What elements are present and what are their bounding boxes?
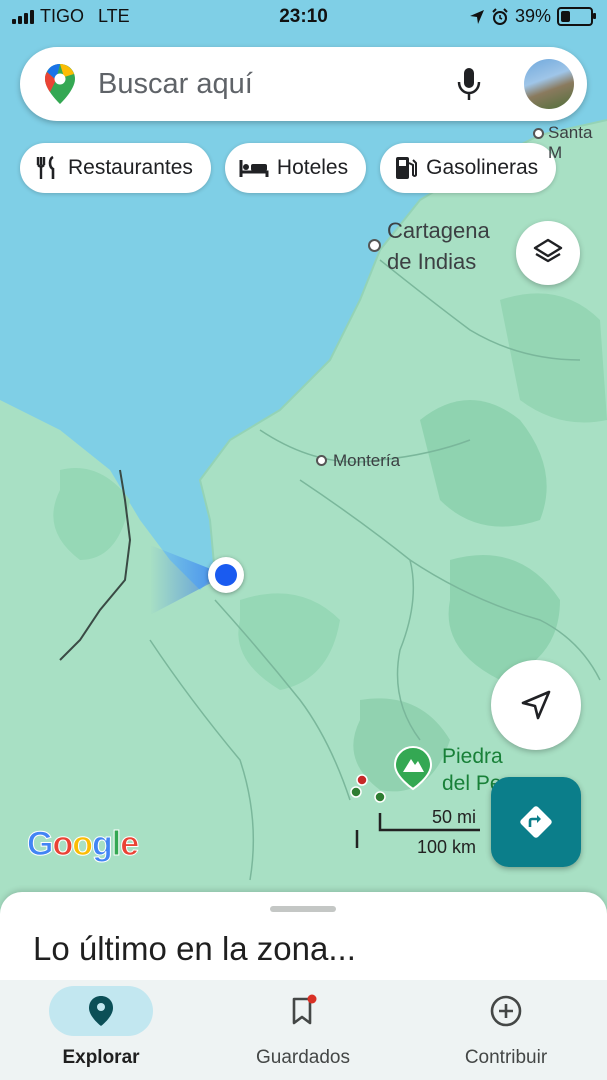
layers-button[interactable] bbox=[516, 221, 580, 285]
avatar[interactable] bbox=[524, 59, 574, 109]
directions-button[interactable] bbox=[491, 777, 581, 867]
fork-knife-icon bbox=[36, 155, 55, 179]
nav-explore-pill bbox=[49, 986, 153, 1036]
mountain-pin-icon[interactable] bbox=[393, 745, 433, 791]
search-bar[interactable]: Buscar aquí bbox=[20, 47, 587, 121]
directions-icon bbox=[520, 806, 552, 838]
battery-percent: 39% bbox=[514, 6, 551, 26]
gas-pump-icon bbox=[396, 157, 418, 179]
chip-restaurants[interactable]: Restaurantes bbox=[20, 143, 211, 193]
my-location-button[interactable] bbox=[491, 660, 581, 750]
alarm-icon bbox=[492, 7, 508, 25]
layers-icon bbox=[533, 238, 563, 263]
microphone-icon[interactable] bbox=[456, 66, 482, 102]
location-arrow-icon bbox=[469, 9, 484, 24]
status-right: 39% bbox=[469, 6, 596, 27]
city-label-santa-marta[interactable]: Santa M bbox=[548, 123, 607, 163]
nav-explore-label: Explorar bbox=[62, 1047, 140, 1068]
nav-contribute[interactable]: Contribuir bbox=[405, 980, 607, 1080]
nav-saved-pill bbox=[251, 986, 355, 1036]
poi-dot bbox=[350, 786, 362, 798]
poi-dot bbox=[374, 791, 386, 803]
bottom-sheet[interactable]: Lo último en la zona... bbox=[0, 892, 607, 982]
poi-dot bbox=[356, 774, 368, 786]
category-chips: Restaurantes Hoteles Gasolineras bbox=[20, 143, 557, 193]
nav-explore[interactable]: Explorar bbox=[0, 980, 202, 1080]
map-scale: 50 mi 100 km bbox=[355, 805, 480, 865]
scale-km: 100 km bbox=[416, 837, 476, 857]
google-maps-logo-icon bbox=[45, 64, 75, 104]
chip-label: Restaurantes bbox=[68, 156, 193, 179]
city-marker bbox=[316, 455, 327, 466]
city-label-cartagena[interactable]: Cartagena de Indias bbox=[387, 215, 517, 277]
bottom-navigation: Explorar Guardados Contribuir bbox=[0, 980, 607, 1080]
city-marker bbox=[368, 239, 381, 252]
chip-gas-stations[interactable]: Gasolineras bbox=[380, 143, 557, 193]
battery-icon bbox=[557, 7, 596, 26]
add-circle-icon bbox=[490, 995, 522, 1027]
city-label-monteria[interactable]: Montería bbox=[333, 451, 400, 471]
chip-label: Gasolineras bbox=[426, 156, 539, 179]
city-marker bbox=[533, 128, 544, 139]
bed-icon bbox=[239, 160, 269, 177]
sheet-title: Lo último en la zona... bbox=[33, 930, 356, 967]
nav-saved[interactable]: Guardados bbox=[202, 980, 404, 1080]
city-name: Cartagena de Indias bbox=[387, 218, 490, 274]
chip-hotels[interactable]: Hoteles bbox=[224, 143, 367, 193]
status-bar: TIGO LTE 23:10 39% bbox=[0, 0, 607, 34]
nav-contribute-label: Contribuir bbox=[464, 1047, 548, 1068]
scale-miles: 50 mi bbox=[431, 807, 476, 827]
nav-saved-label: Guardados bbox=[255, 1047, 350, 1068]
chip-label: Hoteles bbox=[276, 156, 349, 179]
drag-handle[interactable] bbox=[270, 906, 336, 912]
bookmark-icon bbox=[292, 994, 317, 1025]
nav-contribute-pill bbox=[454, 986, 558, 1036]
navigation-arrow-icon bbox=[521, 690, 551, 720]
google-logo: Google bbox=[26, 825, 139, 864]
search-input[interactable]: Buscar aquí bbox=[98, 68, 253, 101]
current-location-dot bbox=[208, 557, 244, 593]
location-pin-icon bbox=[89, 996, 113, 1026]
